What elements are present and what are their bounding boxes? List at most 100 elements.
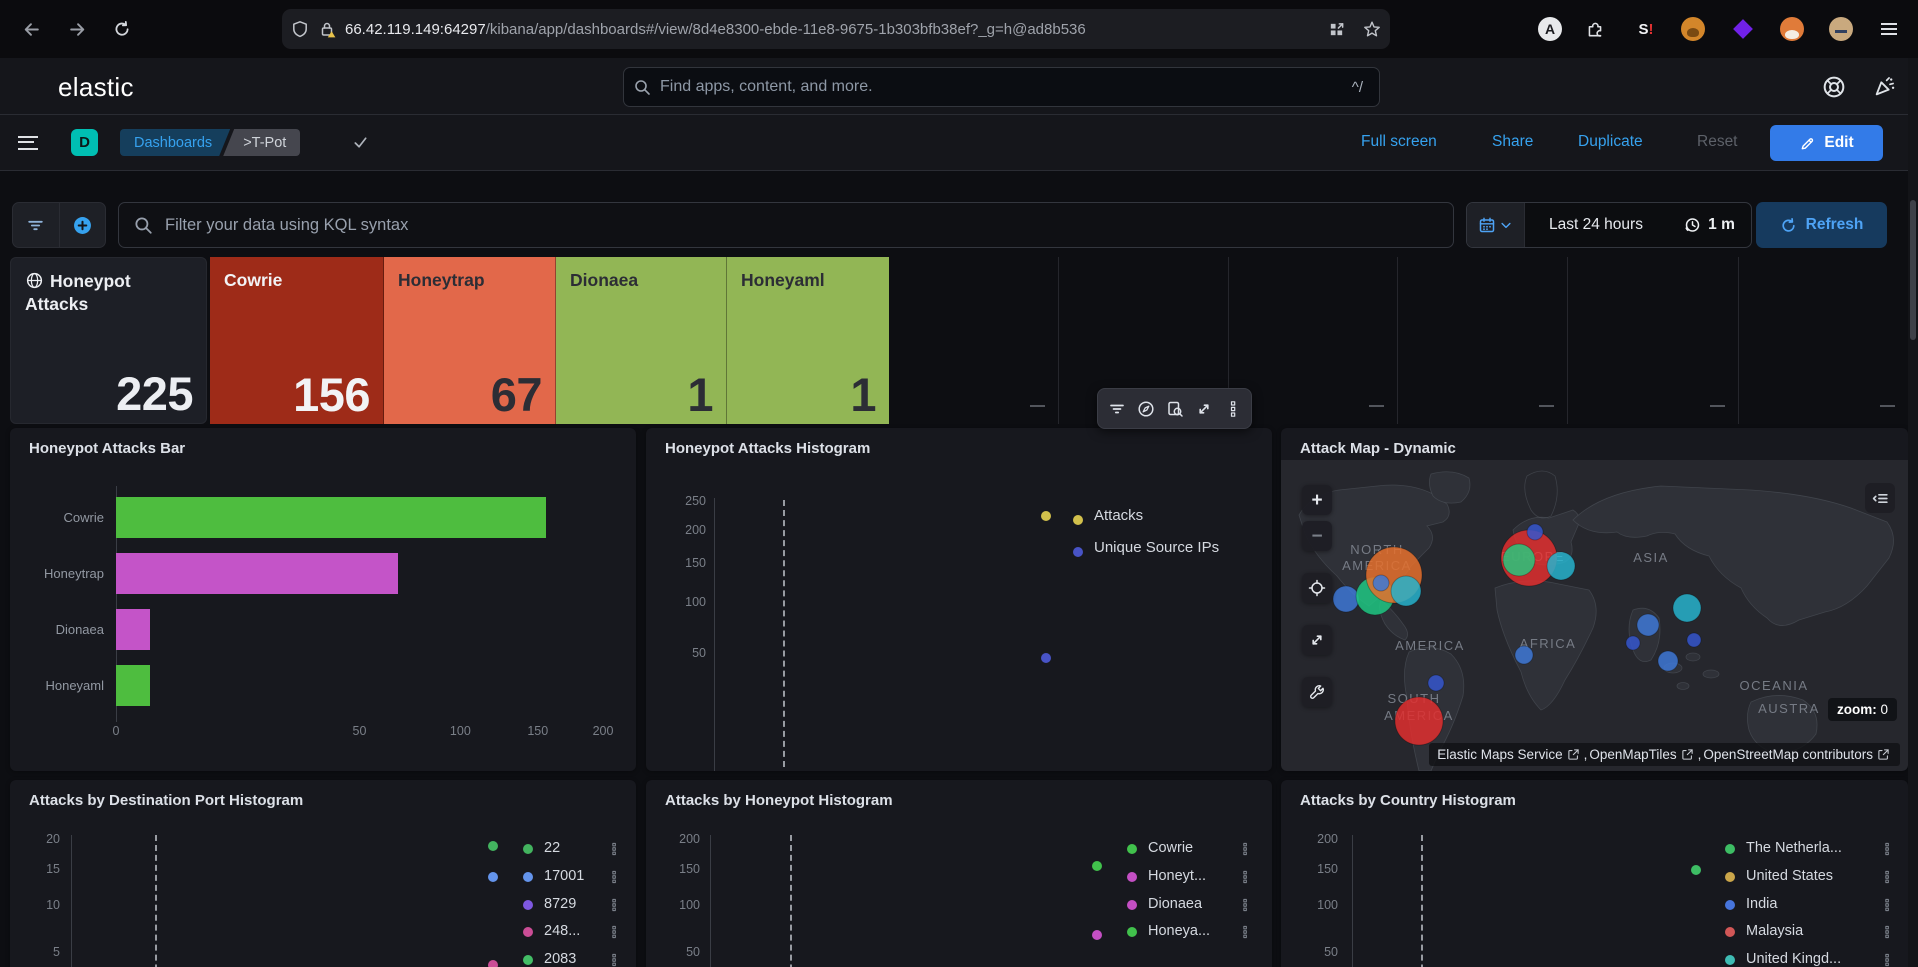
page-scrollbar[interactable]: [1908, 58, 1918, 967]
bar-honeyaml[interactable]: [116, 665, 150, 706]
attack-bubble[interactable]: [1391, 576, 1421, 606]
metric-tile-honeyaml[interactable]: Honeyaml 1: [727, 257, 889, 424]
scrollbar-thumb[interactable]: [1910, 200, 1916, 340]
legend-options-kebab-icon[interactable]: [1880, 869, 1894, 885]
panel-options-kebab-icon[interactable]: [1224, 400, 1242, 418]
legend-item-label[interactable]: 2083: [544, 951, 576, 967]
space-badge[interactable]: D: [71, 129, 98, 156]
attack-bubble[interactable]: [1503, 544, 1535, 576]
legend-options-kebab-icon[interactable]: [1880, 841, 1894, 857]
legend-options-kebab-icon[interactable]: [1880, 897, 1894, 913]
legend-item-label[interactable]: 17001: [544, 868, 584, 884]
explore-in-discover-icon[interactable]: [1137, 400, 1155, 418]
attribution-openmaptiles-link[interactable]: OpenMapTiles: [1589, 747, 1676, 762]
attribution-elastic-maps-link[interactable]: Elastic Maps Service: [1437, 747, 1562, 762]
map-zoom-out-button[interactable]: −: [1302, 521, 1332, 551]
address-bar[interactable]: 66.42.119.149:64297/kibana/app/dashboard…: [282, 9, 1390, 49]
newsfeed-icon[interactable]: [1872, 75, 1896, 99]
elastic-wordmark[interactable]: elastic: [58, 72, 134, 103]
legend-options-kebab-icon[interactable]: [1880, 924, 1894, 940]
legend-options-kebab-icon[interactable]: [1238, 869, 1252, 885]
main-menu-icon[interactable]: [18, 136, 38, 150]
legend-options-kebab-icon[interactable]: [1238, 897, 1252, 913]
full-screen-button[interactable]: Full screen: [1361, 133, 1437, 151]
panel-filter-icon[interactable]: [1108, 400, 1126, 418]
legend-item-label[interactable]: Attacks: [1094, 507, 1143, 524]
attack-bubble[interactable]: [1626, 636, 1640, 650]
legend-options-kebab-icon[interactable]: [607, 952, 621, 967]
legend-item-label[interactable]: United Kingd...: [1746, 951, 1841, 967]
map-zoom-in-button[interactable]: +: [1302, 485, 1332, 515]
legend-item-label[interactable]: Honeya...: [1148, 923, 1210, 939]
data-point-unique-source-ips[interactable]: [1041, 653, 1051, 663]
filter-menu-button[interactable]: [13, 203, 59, 247]
add-filter-button[interactable]: [59, 203, 106, 247]
legend-options-kebab-icon[interactable]: [1238, 924, 1252, 940]
legend-options-kebab-icon[interactable]: [1880, 952, 1894, 967]
data-point-22[interactable]: [488, 841, 498, 851]
bar-honeytrap[interactable]: [116, 553, 398, 594]
legend-options-kebab-icon[interactable]: [1238, 841, 1252, 857]
reset-button[interactable]: Reset: [1697, 133, 1738, 151]
tracking-shield-icon[interactable]: [291, 20, 309, 38]
attack-bubble[interactable]: [1515, 646, 1533, 664]
attack-bubble[interactable]: [1373, 575, 1389, 591]
map-fit-data-button[interactable]: [1302, 625, 1332, 655]
attack-bubble[interactable]: [1673, 594, 1701, 622]
bar-dionaea[interactable]: [116, 609, 150, 650]
extension-diamond-icon[interactable]: [1731, 17, 1755, 41]
legend-item-label[interactable]: 8729: [544, 896, 576, 912]
attack-bubble[interactable]: [1527, 524, 1543, 540]
extensions-puzzle-icon[interactable]: [1583, 17, 1607, 41]
map-set-view-button[interactable]: [1302, 573, 1332, 603]
legend-item-label[interactable]: Dionaea: [1148, 896, 1202, 912]
attack-bubble[interactable]: [1395, 697, 1443, 745]
metric-tile-honeypot-attacks[interactable]: Honeypot Attacks 225: [10, 257, 207, 424]
legend-options-kebab-icon[interactable]: [607, 869, 621, 885]
data-point-cowrie[interactable]: [1092, 861, 1102, 871]
refresh-button[interactable]: Refresh: [1756, 202, 1887, 248]
metric-tile-cowrie[interactable]: Cowrie 156: [210, 257, 384, 424]
legend-item-label[interactable]: United States: [1746, 868, 1833, 884]
data-point-17001[interactable]: [488, 872, 498, 882]
metric-tile-dionaea[interactable]: Dionaea 1: [556, 257, 727, 424]
duplicate-button[interactable]: Duplicate: [1578, 133, 1643, 151]
extension-a-icon[interactable]: A: [1538, 17, 1562, 41]
breadcrumb-dashboards[interactable]: Dashboards: [120, 129, 230, 156]
maximize-panel-icon[interactable]: [1195, 400, 1213, 418]
bar-cowrie[interactable]: [116, 497, 546, 538]
attack-bubble[interactable]: [1687, 633, 1701, 647]
extension-monkey-icon[interactable]: [1681, 17, 1705, 41]
attribution-openstreetmap-link[interactable]: OpenStreetMap contributors: [1703, 747, 1873, 762]
browser-reload-button[interactable]: [107, 14, 137, 44]
bookmark-star-icon[interactable]: [1363, 20, 1381, 38]
attack-bubble[interactable]: [1547, 552, 1575, 580]
kql-query-input[interactable]: Filter your data using KQL syntax: [118, 202, 1454, 248]
legend-options-kebab-icon[interactable]: [607, 924, 621, 940]
legend-item-label[interactable]: Unique Source IPs: [1094, 539, 1219, 556]
browser-forward-button[interactable]: [62, 14, 92, 44]
global-search-input[interactable]: Find apps, content, and more. ^/: [623, 67, 1380, 107]
page-containers-icon[interactable]: [1328, 21, 1345, 38]
data-point-the-netherla-[interactable]: [1691, 865, 1701, 875]
legend-item-label[interactable]: Malaysia: [1746, 923, 1803, 939]
extension-s-icon[interactable]: S!: [1634, 17, 1658, 41]
edit-button[interactable]: Edit: [1770, 125, 1883, 161]
attack-bubble[interactable]: [1658, 651, 1678, 671]
metric-tile-honeytrap[interactable]: Honeytrap 67: [384, 257, 556, 424]
browser-menu-icon[interactable]: [1877, 17, 1901, 41]
inspect-icon[interactable]: [1166, 400, 1184, 418]
map-tools-button[interactable]: [1302, 677, 1332, 707]
date-quick-select-button[interactable]: [1467, 203, 1525, 247]
data-point-honeyt-[interactable]: [1092, 930, 1102, 940]
extension-fox-icon[interactable]: [1780, 17, 1804, 41]
legend-item-label[interactable]: Honeyt...: [1148, 868, 1206, 884]
legend-options-kebab-icon[interactable]: [607, 841, 621, 857]
map-legend-toggle-button[interactable]: [1865, 483, 1895, 513]
help-icon[interactable]: [1822, 75, 1846, 99]
auto-refresh-interval[interactable]: 1 m: [1667, 203, 1751, 247]
breadcrumb-current-dashboard[interactable]: >T-Pot: [223, 129, 300, 156]
attack-bubble[interactable]: [1637, 614, 1659, 636]
data-point-248-[interactable]: [488, 960, 498, 967]
world-map[interactable]: NORTH AMERICA AMERICA SOUTH AMERICA EURO…: [1281, 460, 1908, 771]
